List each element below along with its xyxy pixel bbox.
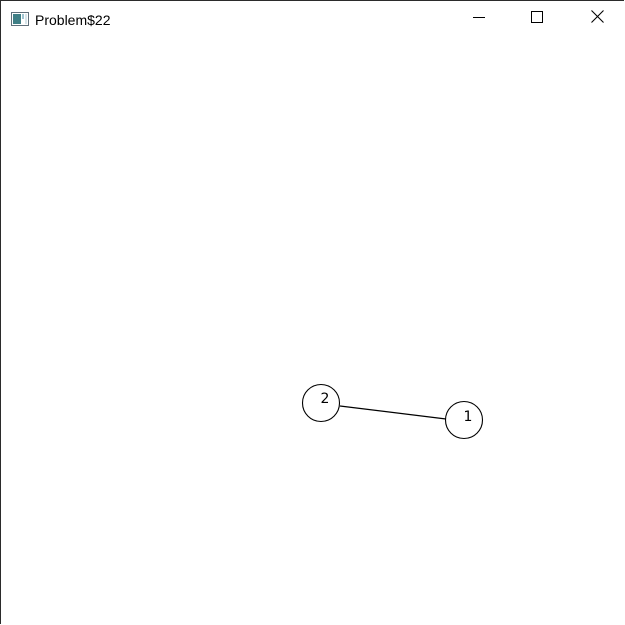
window-title: Problem$22 bbox=[35, 12, 111, 28]
close-button[interactable] bbox=[574, 1, 620, 37]
minimize-button[interactable] bbox=[456, 1, 502, 37]
close-icon bbox=[590, 10, 604, 28]
maximize-button[interactable] bbox=[514, 1, 560, 37]
node-label: 2 bbox=[321, 391, 330, 407]
title-bar[interactable]: Problem$22 bbox=[1, 1, 624, 38]
node-label: 1 bbox=[464, 409, 473, 425]
graph-node[interactable]: 1 bbox=[444, 400, 484, 440]
application-window-icon bbox=[11, 12, 29, 26]
graph-node[interactable]: 2 bbox=[301, 383, 341, 423]
app-window: Problem$22 2 1 bbox=[0, 0, 624, 624]
graph-canvas[interactable]: 2 1 bbox=[1, 38, 624, 624]
graph-edge bbox=[339, 405, 447, 420]
maximize-icon bbox=[531, 10, 543, 28]
minimize-icon bbox=[473, 10, 485, 28]
